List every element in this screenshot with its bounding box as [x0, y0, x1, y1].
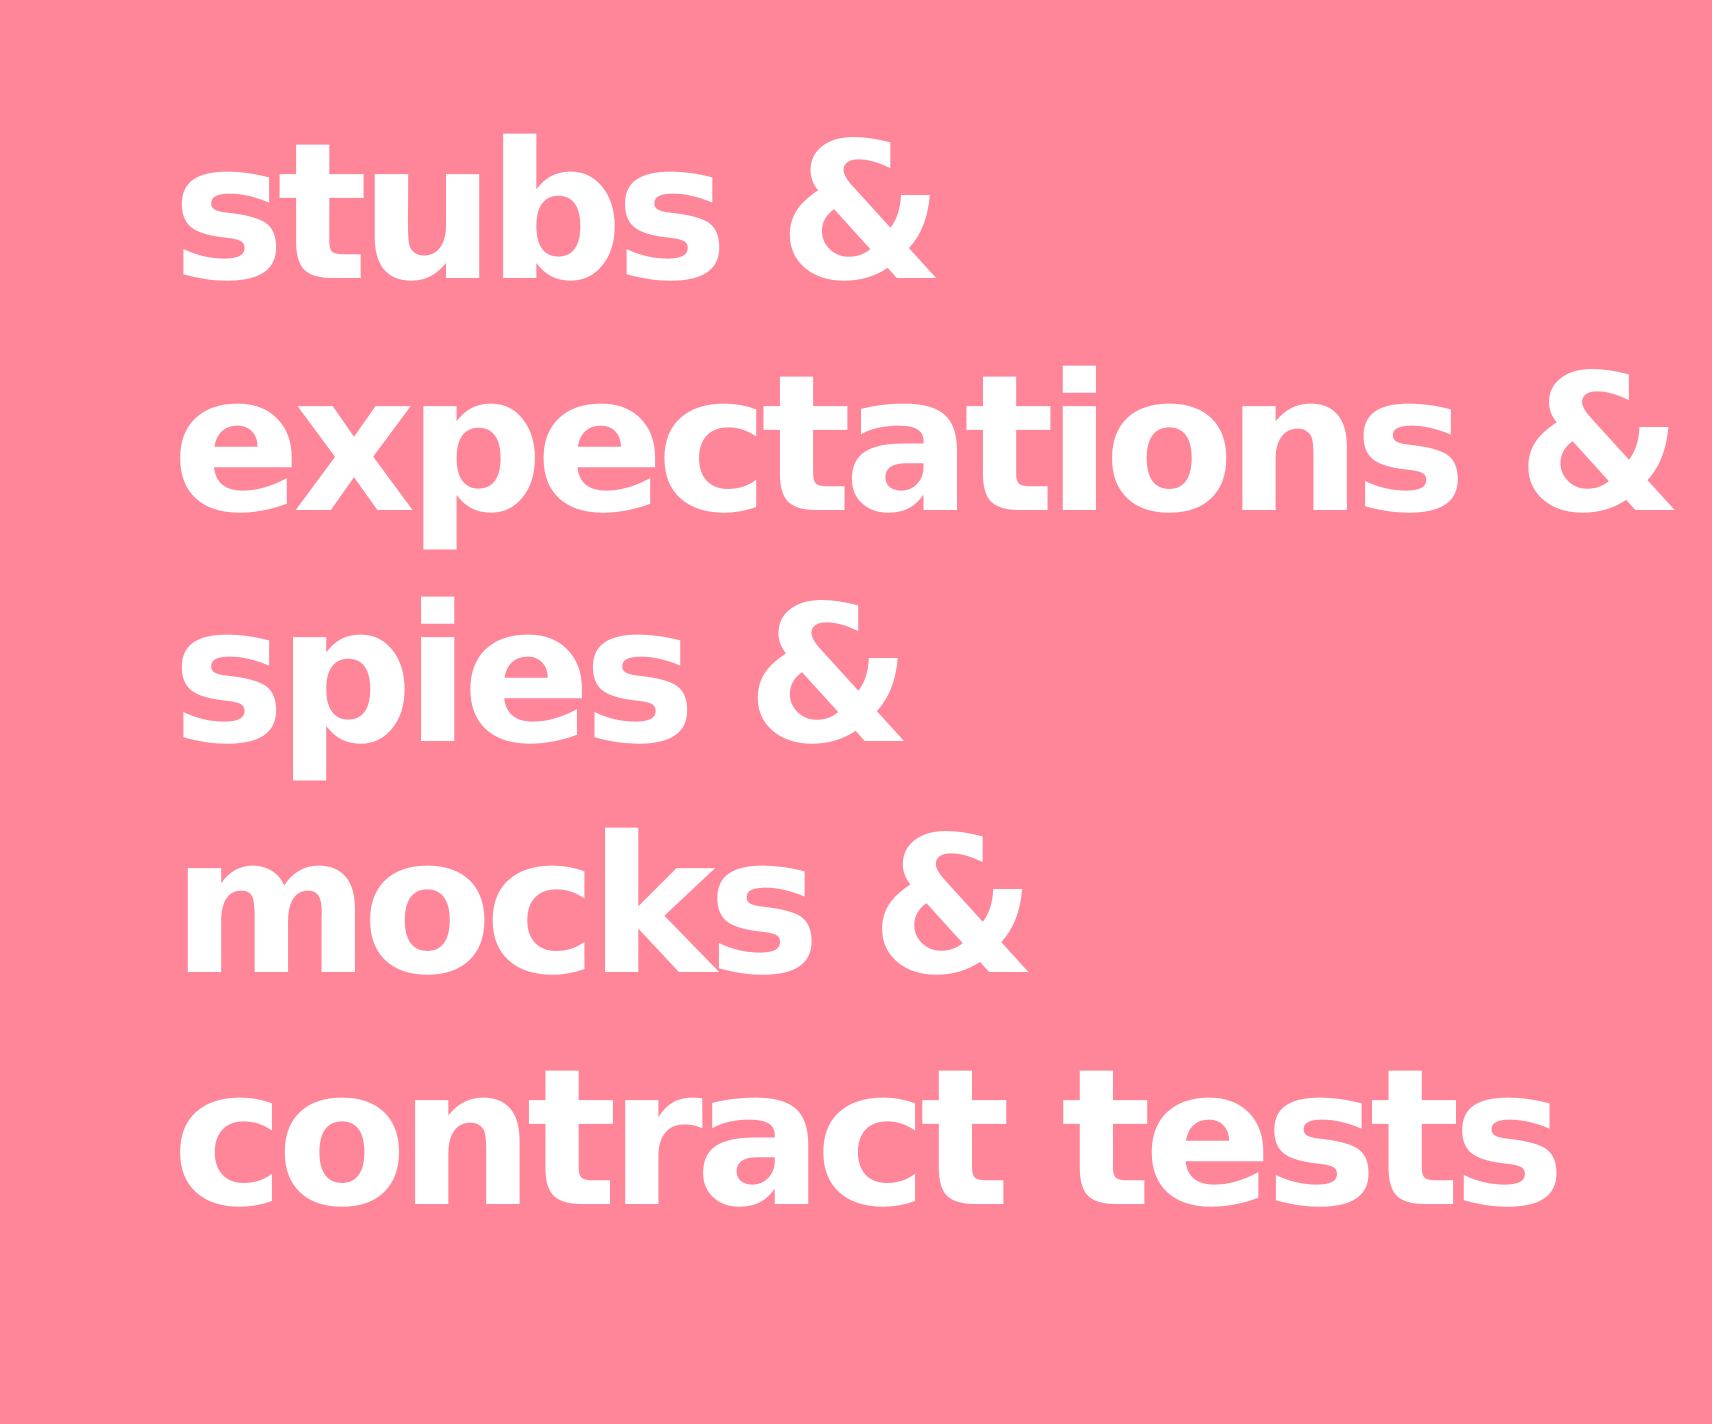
headline-line-contract-tests: contract tests [172, 1028, 1565, 1249]
headline-line-expectations: expectations & [172, 334, 1683, 555]
headline-line-spies: spies & [172, 565, 912, 786]
poster: stubs & expectations & spies & mocks & c… [0, 0, 1712, 1424]
headline-line-stubs: stubs & [172, 102, 944, 323]
headline-line-mocks: mocks & [172, 796, 1036, 1017]
